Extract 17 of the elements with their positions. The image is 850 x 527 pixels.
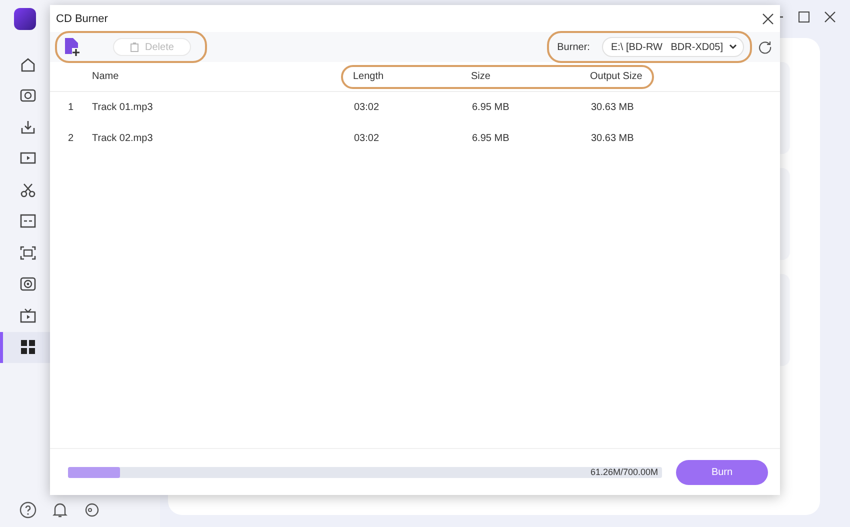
table-cell-text: 6.95 MB	[472, 133, 510, 144]
column-header: Output Size	[590, 71, 644, 82]
table-cell-text: 03:02	[354, 133, 380, 144]
table-cell-text: 6.95 MB	[472, 102, 510, 113]
row-number: 2	[68, 133, 75, 144]
row-number: 1	[68, 102, 75, 113]
column-header: Length	[353, 71, 385, 82]
dialog-title: CD Burner	[56, 12, 108, 24]
table-cell-text: 30.63 MB	[591, 102, 635, 113]
capacity-reading: 61.26M/700.00M	[590, 467, 659, 477]
column-header: Name	[92, 71, 120, 82]
burner-label: Burner:	[557, 42, 590, 52]
table-cell-text: Track 01.mp3	[92, 102, 154, 113]
column-header: Size	[471, 71, 492, 82]
table-cell-text: 30.63 MB	[591, 133, 635, 144]
table-cell-text: Track 02.mp3	[92, 133, 154, 144]
table-cell-text: 03:02	[354, 102, 380, 113]
